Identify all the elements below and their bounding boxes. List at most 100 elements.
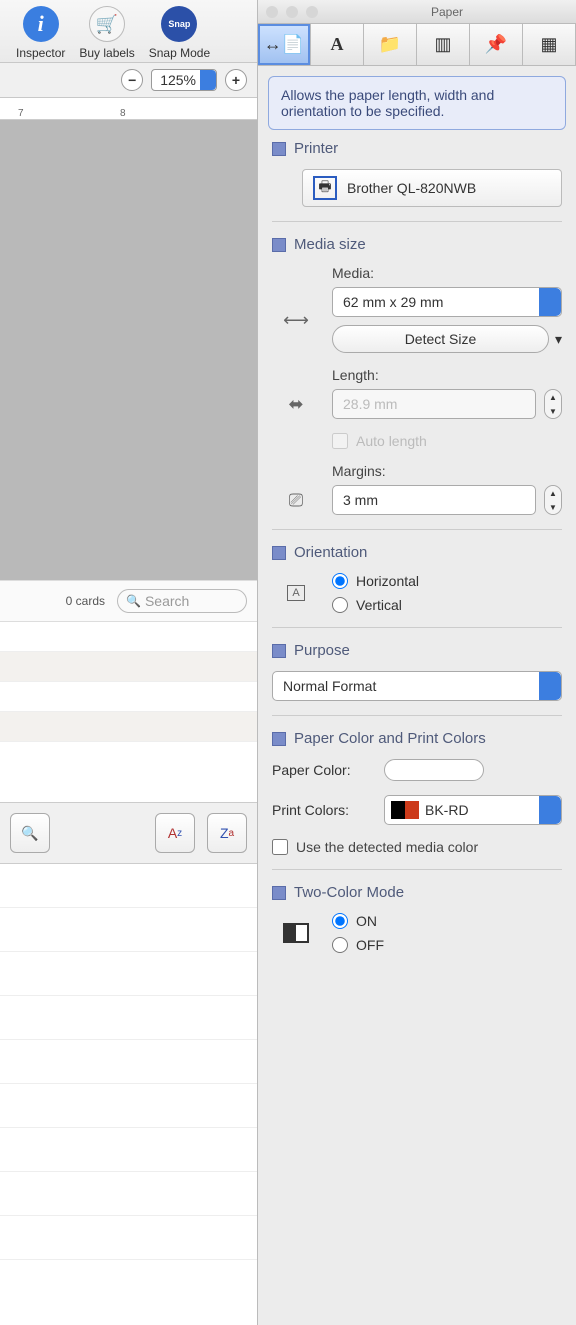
- vertical-label: Vertical: [356, 597, 402, 613]
- radio[interactable]: [332, 937, 348, 953]
- close-window-button[interactable]: [266, 6, 278, 18]
- search-placeholder: Search: [145, 593, 189, 609]
- zoom-bar: − 125% +: [0, 63, 257, 98]
- radio[interactable]: [332, 597, 348, 613]
- list-item[interactable]: [0, 908, 257, 952]
- orientation-vertical[interactable]: Vertical: [332, 597, 562, 613]
- zoom-in-button[interactable]: +: [225, 69, 247, 91]
- inspector-tabs: ↔📄 A 📁 ▥ 📌 ▦: [258, 24, 576, 66]
- margins-label: Margins:: [332, 463, 562, 479]
- tab-text[interactable]: A: [311, 24, 364, 65]
- detected-color-checkbox[interactable]: Use the detected media color: [272, 839, 562, 855]
- margins-stepper[interactable]: ▲▼: [544, 485, 562, 515]
- snap-icon: [161, 6, 197, 42]
- stepper-up[interactable]: ▲: [545, 390, 561, 404]
- section-marker-icon: [272, 238, 286, 252]
- sort-toolbar: 🔍 Az Za: [0, 802, 257, 864]
- record-list: [0, 622, 257, 742]
- section-marker-icon: [272, 546, 286, 560]
- zoom-out-button[interactable]: −: [121, 69, 143, 91]
- list-item[interactable]: [0, 1128, 257, 1172]
- purpose-section: Purpose Normal Format: [272, 627, 562, 701]
- section-description: Allows the paper length, width and orien…: [268, 76, 566, 130]
- cards-bar: 0 cards Search: [0, 580, 257, 622]
- two-color-icon: [283, 923, 309, 943]
- length-input[interactable]: 28.9 mm: [332, 389, 536, 419]
- minimize-window-button[interactable]: [286, 6, 298, 18]
- window-title: Paper: [326, 5, 568, 19]
- auto-length-box[interactable]: [332, 433, 348, 449]
- list-item[interactable]: [0, 996, 257, 1040]
- list-item[interactable]: [0, 1216, 257, 1260]
- list-row[interactable]: [0, 652, 257, 682]
- inspector-label: Inspector: [16, 46, 65, 60]
- search-tool-button[interactable]: 🔍: [10, 813, 50, 853]
- section-marker-icon: [272, 732, 286, 746]
- horizontal-label: Horizontal: [356, 573, 419, 589]
- canvas-area[interactable]: [0, 120, 257, 580]
- list-item[interactable]: [0, 1172, 257, 1216]
- dropdown-arrow-icon[interactable]: ▾: [555, 331, 562, 348]
- auto-length-checkbox[interactable]: Auto length: [332, 433, 562, 449]
- list-row[interactable]: [0, 712, 257, 742]
- ruler-mark: 7: [18, 108, 24, 119]
- stepper-down[interactable]: ▼: [545, 404, 561, 418]
- list-item[interactable]: [0, 1084, 257, 1128]
- margins-value: 3 mm: [343, 492, 378, 508]
- ruler-mark: 8: [120, 108, 126, 119]
- pin-icon: 📌: [485, 34, 507, 55]
- two-color-off[interactable]: OFF: [332, 937, 562, 953]
- tab-table[interactable]: ▦: [523, 24, 576, 65]
- length-label: Length:: [332, 367, 562, 383]
- media-select[interactable]: 62 mm x 29 mm: [332, 287, 562, 317]
- purpose-select[interactable]: Normal Format: [272, 671, 562, 701]
- printer-name: Brother QL-820NWB: [347, 180, 476, 196]
- section-marker-icon: [272, 142, 286, 156]
- detected-color-box[interactable]: [272, 839, 288, 855]
- on-label: ON: [356, 913, 377, 929]
- two-color-radio-group: ON OFF: [332, 913, 562, 953]
- purpose-heading: Purpose: [294, 642, 350, 659]
- paper-color-label: Paper Color:: [272, 762, 372, 778]
- list-item[interactable]: [0, 952, 257, 996]
- list-item[interactable]: [0, 1040, 257, 1084]
- colors-heading: Paper Color and Print Colors: [294, 730, 486, 747]
- layout-icon: ▥: [434, 34, 451, 55]
- sort-desc-button[interactable]: Za: [207, 813, 247, 853]
- orientation-heading: Orientation: [294, 544, 367, 561]
- tab-layout[interactable]: ▥: [417, 24, 470, 65]
- search-input[interactable]: Search: [117, 589, 247, 613]
- two-color-on[interactable]: ON: [332, 913, 562, 929]
- paper-color-swatch[interactable]: [384, 759, 484, 781]
- snap-mode-label: Snap Mode: [149, 46, 210, 60]
- length-stepper[interactable]: ▲▼: [544, 389, 562, 419]
- snap-mode-button[interactable]: Snap Mode: [149, 6, 210, 60]
- inspector-titlebar: Paper: [258, 0, 576, 24]
- stepper-down[interactable]: ▼: [545, 500, 561, 514]
- margins-input[interactable]: 3 mm: [332, 485, 536, 515]
- orientation-horizontal[interactable]: Horizontal: [332, 573, 562, 589]
- radio[interactable]: [332, 913, 348, 929]
- sort-asc-button[interactable]: Az: [155, 813, 195, 853]
- info-icon: [23, 6, 59, 42]
- zoom-select[interactable]: 125%: [151, 69, 217, 91]
- zoom-window-button[interactable]: [306, 6, 318, 18]
- printer-select-button[interactable]: 🖶 Brother QL-820NWB: [302, 169, 562, 207]
- media-size-section: Media size Media: ⟷ 62 mm x 29 mm Detect…: [272, 221, 562, 515]
- list-row[interactable]: [0, 622, 257, 652]
- ruler: 7 8: [0, 98, 257, 120]
- tab-paper[interactable]: ↔📄: [258, 24, 311, 65]
- detect-size-button[interactable]: Detect Size: [332, 325, 549, 353]
- tab-pin[interactable]: 📌: [470, 24, 523, 65]
- list-item[interactable]: [0, 864, 257, 908]
- radio[interactable]: [332, 573, 348, 589]
- cards-count: 0 cards: [66, 594, 105, 608]
- buy-labels-button[interactable]: Buy labels: [79, 6, 134, 60]
- list-row[interactable]: [0, 682, 257, 712]
- tab-folder[interactable]: 📁: [364, 24, 417, 65]
- zoom-value: 125%: [160, 72, 196, 88]
- print-colors-select[interactable]: BK-RD: [384, 795, 562, 825]
- bkrd-icon: [391, 801, 419, 819]
- stepper-up[interactable]: ▲: [545, 486, 561, 500]
- inspector-button[interactable]: Inspector: [16, 6, 65, 60]
